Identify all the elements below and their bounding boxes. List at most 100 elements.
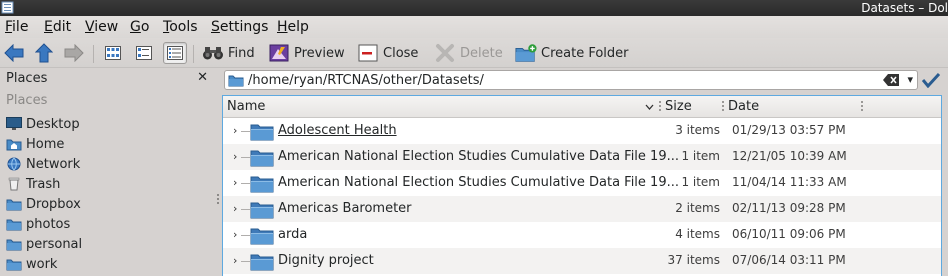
forward-arrow-icon	[64, 44, 84, 62]
panel-splitter[interactable]	[214, 68, 222, 276]
table-row[interactable]: › American National Election Studies Cum…	[223, 144, 941, 170]
sidebar-item-trash[interactable]: Trash	[6, 174, 60, 194]
places-close-icon[interactable]: ✕	[197, 70, 208, 85]
folder-icon	[6, 199, 22, 211]
menu-settings[interactable]: Settings	[211, 19, 268, 36]
file-size: 1 item	[681, 175, 720, 189]
sidebar-item-desktop[interactable]: Desktop	[6, 114, 80, 134]
file-view: Name Size Date › Adolescent Health 3 ite…	[222, 95, 942, 276]
menu-tools[interactable]: Tools	[163, 19, 198, 36]
column-resize-grip[interactable]	[659, 101, 661, 113]
tree-line	[241, 131, 250, 132]
folder-icon	[250, 176, 274, 193]
table-row[interactable]: › arda 4 items 06/10/11 09:06 PM	[223, 222, 941, 248]
file-size: 3 items	[675, 123, 720, 137]
back-button[interactable]	[3, 41, 25, 65]
up-button[interactable]	[33, 41, 55, 65]
column-size[interactable]: Size	[665, 99, 692, 114]
file-date: 07/06/14 03:11 PM	[732, 253, 846, 267]
delete-label: Delete	[460, 45, 503, 61]
expand-arrow-icon[interactable]: ›	[233, 254, 237, 267]
folder-icon	[228, 75, 244, 87]
desktop-icon	[6, 117, 22, 130]
folder-icon	[6, 219, 22, 231]
tree-line	[241, 235, 250, 236]
file-name: Americas Barometer	[278, 201, 412, 216]
title-bar: Datasets – Dol	[0, 0, 948, 16]
file-name: American National Election Studies Cumul…	[278, 149, 679, 164]
clear-text-icon[interactable]	[883, 74, 899, 86]
back-arrow-icon	[4, 44, 24, 62]
menu-help[interactable]: Help	[277, 19, 309, 36]
folder-icon	[250, 202, 274, 219]
preview-icon	[269, 44, 289, 62]
menu-bar: File Edit View Go Tools Settings Help	[0, 16, 948, 38]
delete-icon	[436, 44, 454, 62]
sidebar-item-network[interactable]: Network	[6, 154, 80, 174]
folder-icon	[250, 254, 274, 271]
trash-icon	[8, 177, 20, 191]
file-name: American National Election Studies Cumul…	[278, 175, 679, 190]
places-panel: Places ✕ Places Desktop Home Network Tra…	[0, 68, 214, 276]
tree-line	[241, 261, 250, 262]
table-row[interactable]: › American National Election Studies Cum…	[223, 170, 941, 196]
sidebar-item-personal[interactable]: personal	[6, 234, 82, 254]
sort-chevron-icon[interactable]	[645, 104, 654, 110]
file-date: 02/11/13 09:28 PM	[732, 201, 846, 215]
column-name[interactable]: Name	[227, 99, 265, 114]
table-row[interactable]: › Americas Barometer 2 items 02/11/13 09…	[223, 196, 941, 222]
file-date: 12/21/05 10:39 AM	[732, 149, 847, 163]
column-resize-grip[interactable]	[722, 101, 724, 113]
file-size: 1 item	[681, 149, 720, 163]
window-title: Datasets – Dol	[861, 1, 948, 15]
sidebar-item-photos[interactable]: photos	[6, 214, 70, 234]
menu-file[interactable]: File	[5, 19, 28, 36]
find-button[interactable]: Find	[202, 41, 255, 65]
location-path[interactable]: /home/ryan/RTCNAS/other/Datasets/	[248, 72, 484, 89]
forward-button[interactable]	[63, 41, 85, 65]
column-resize-grip[interactable]	[861, 101, 863, 113]
icons-view-button[interactable]	[101, 42, 125, 64]
expand-arrow-icon[interactable]: ›	[233, 176, 237, 189]
expand-arrow-icon[interactable]: ›	[233, 202, 237, 215]
folder-icon	[250, 150, 274, 167]
menu-go[interactable]: Go	[130, 19, 149, 36]
menu-view[interactable]: View	[85, 19, 118, 36]
close-label: Close	[383, 45, 419, 61]
home-icon	[6, 139, 22, 151]
details-view-button[interactable]	[163, 42, 187, 64]
toolbar: Find Preview Close Delete Create Folder	[0, 38, 948, 68]
folder-icon	[250, 228, 274, 245]
sidebar-item-home[interactable]: Home	[6, 134, 64, 154]
sidebar-item-label: photos	[26, 216, 71, 232]
file-date: 06/10/11 09:06 PM	[732, 227, 846, 241]
compact-view-button[interactable]	[132, 42, 156, 64]
expand-arrow-icon[interactable]: ›	[233, 150, 237, 163]
column-header: Name Size Date	[223, 96, 941, 118]
sidebar-item-label: personal	[26, 236, 83, 252]
column-date[interactable]: Date	[728, 99, 759, 114]
file-date: 01/29/13 03:57 PM	[732, 123, 846, 137]
close-button[interactable]: Close	[357, 41, 418, 65]
tree-line	[241, 183, 250, 184]
sidebar-item-work[interactable]: work	[6, 254, 57, 274]
expand-arrow-icon[interactable]: ›	[233, 124, 237, 137]
file-name: Dignity project	[278, 253, 374, 268]
menu-edit[interactable]: Edit	[44, 19, 71, 36]
sidebar-item-dropbox[interactable]: Dropbox	[6, 194, 81, 214]
create-folder-button[interactable]: Create Folder	[515, 41, 629, 65]
table-row[interactable]: › Dignity project 37 items 07/06/14 03:1…	[223, 248, 941, 274]
go-button[interactable]	[920, 69, 942, 91]
sidebar-item-label: Trash	[26, 176, 61, 192]
checkmark-icon	[922, 72, 940, 88]
compact-view-icon	[136, 46, 152, 60]
icons-view-icon	[105, 46, 121, 60]
table-row[interactable]: › Adolescent Health 3 items 01/29/13 03:…	[223, 118, 941, 144]
delete-button[interactable]: Delete	[434, 41, 503, 65]
preview-button[interactable]: Preview	[268, 41, 345, 65]
expand-arrow-icon[interactable]: ›	[233, 228, 237, 241]
chevron-down-icon[interactable]: ▾	[907, 73, 913, 86]
network-icon	[7, 157, 21, 171]
location-bar[interactable]: /home/ryan/RTCNAS/other/Datasets/ ▾	[224, 70, 918, 90]
folder-icon	[6, 259, 22, 271]
